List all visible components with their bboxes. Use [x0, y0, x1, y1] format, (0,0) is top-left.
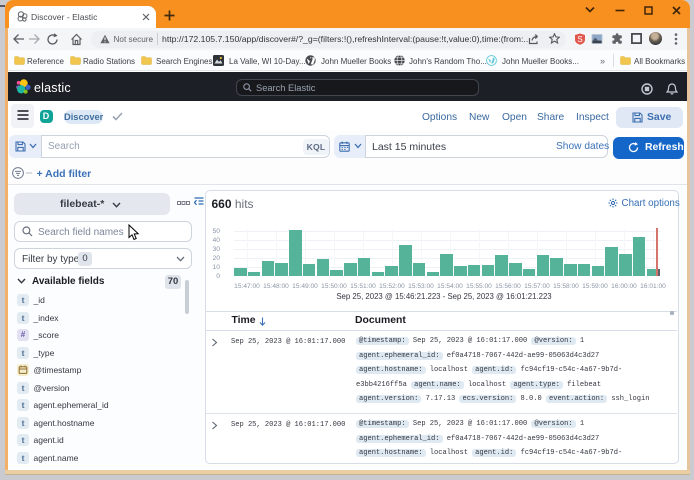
svg-text:S: S: [577, 35, 582, 44]
